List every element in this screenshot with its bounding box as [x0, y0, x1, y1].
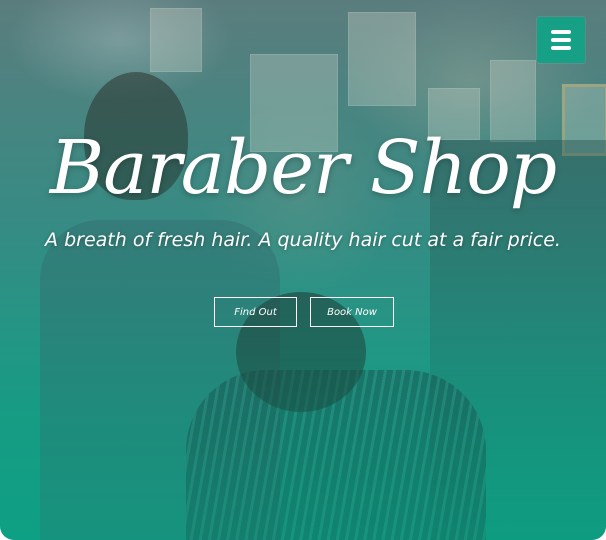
find-out-button[interactable]: Find Out	[214, 297, 297, 327]
hero-section: Baraber Shop A breath of fresh hair. A q…	[0, 0, 606, 540]
teal-gradient-overlay	[0, 0, 606, 540]
hero-subtitle: A breath of fresh hair. A quality hair c…	[45, 229, 561, 251]
hamburger-menu-icon	[551, 30, 571, 50]
menu-button[interactable]	[537, 17, 585, 63]
book-now-button[interactable]: Book Now	[310, 297, 394, 327]
hero-title: Baraber Shop	[49, 125, 557, 211]
